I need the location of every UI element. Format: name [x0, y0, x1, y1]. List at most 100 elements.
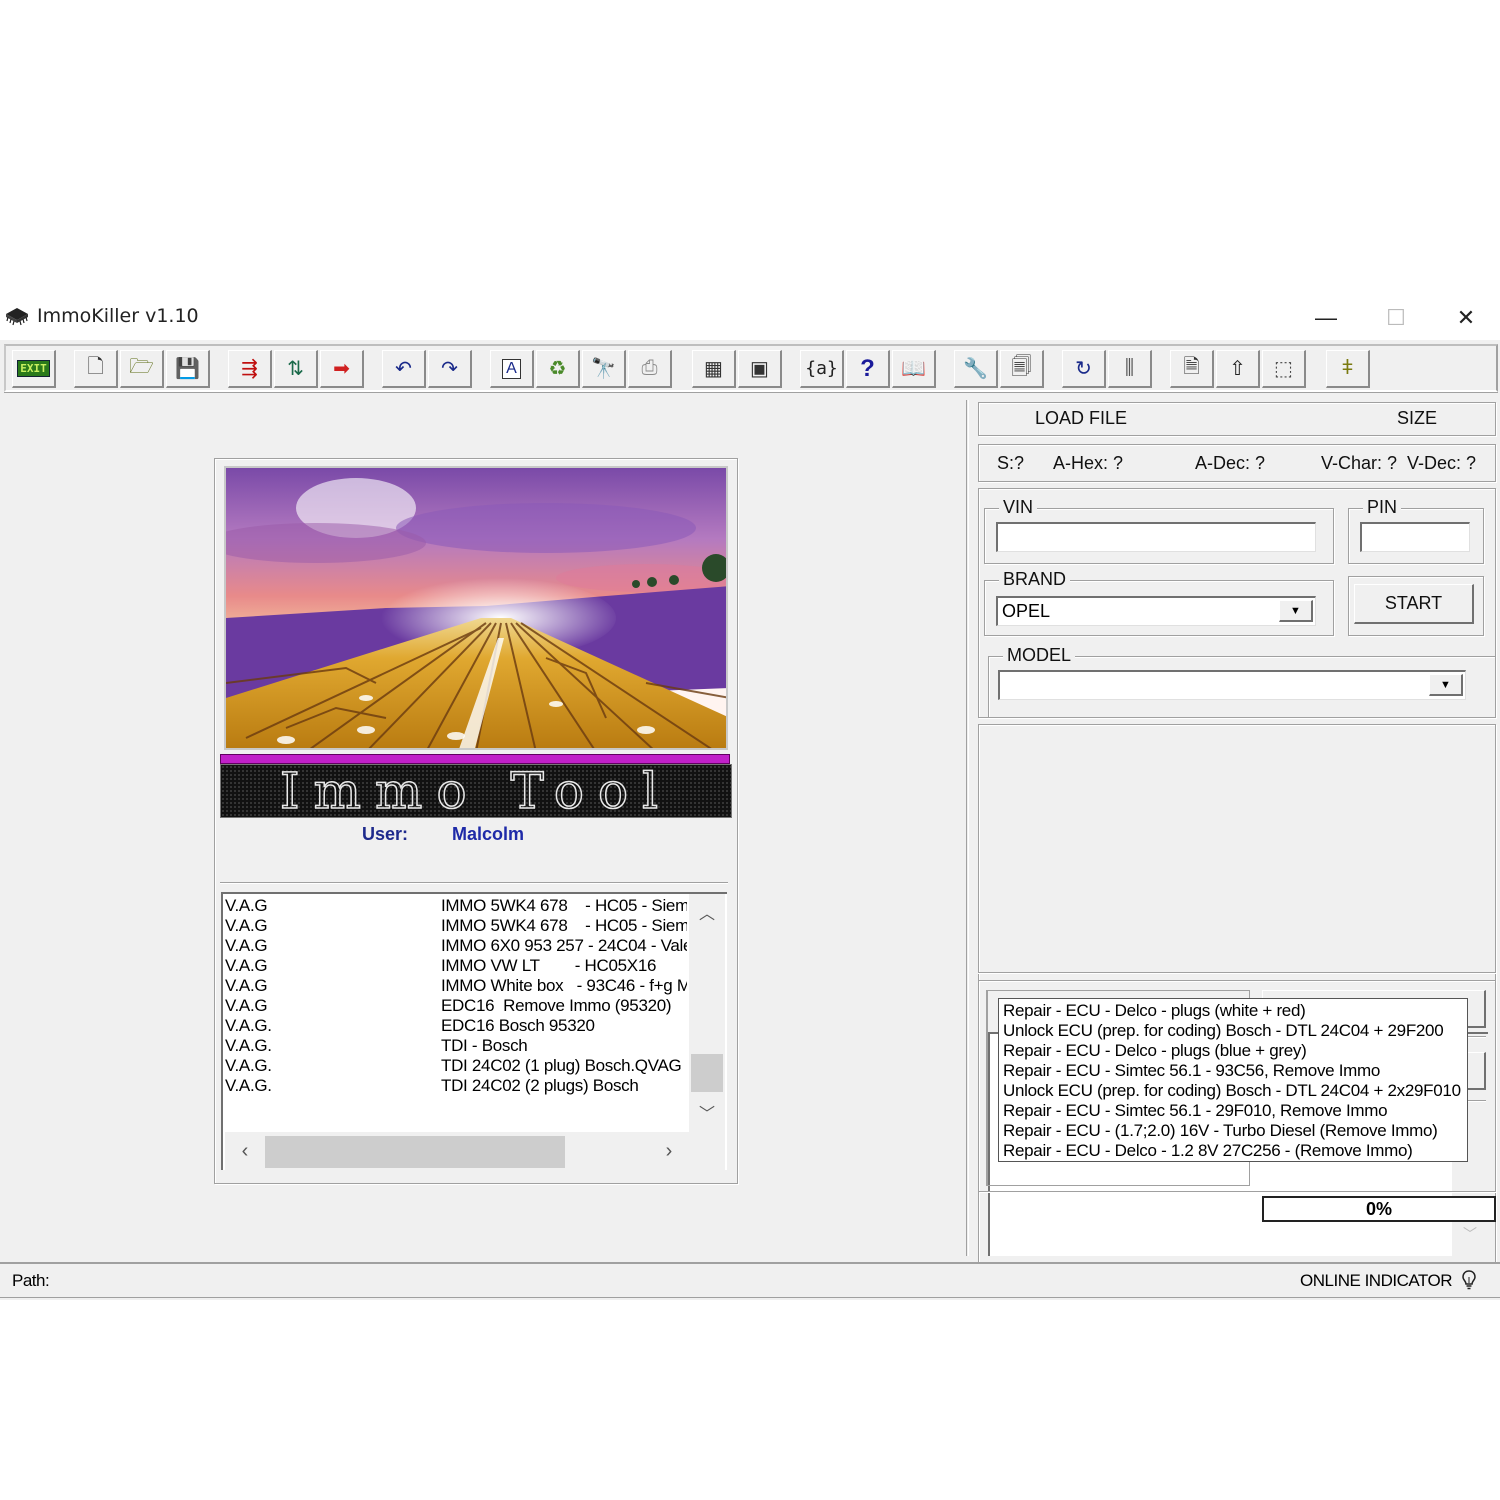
user-label: User: — [362, 824, 409, 844]
braces-icon: {a} — [805, 358, 838, 379]
model-dropdown-list[interactable]: Repair - ECU - Delco - plugs (white + re… — [998, 998, 1468, 1162]
refresh-file-icon: ♻ — [548, 358, 567, 380]
save-icon: 💾 — [175, 358, 200, 380]
minimize-button[interactable]: — — [1296, 300, 1356, 336]
model-dropdown-button[interactable]: ▼ — [1429, 674, 1463, 696]
toolbar-print-button[interactable]: ⎙ — [628, 350, 672, 388]
vin-input[interactable] — [996, 522, 1316, 552]
close-icon: ✕ — [1456, 305, 1476, 330]
toolbar-swap-button[interactable]: ⇅ — [274, 350, 318, 388]
user-name: Malcolm — [452, 824, 525, 844]
a-hex-value: A-Hex: ? — [1053, 453, 1124, 473]
ecu-listbox[interactable]: V.A.G IMMO 5WK4 678 - HC05 - Siemens V.A.G… — [221, 892, 727, 1470]
list-item-description: IMMO 6X0 953 257 - 24C04 - Valeo — [441, 936, 687, 955]
v-char-value: V-Char: ? — [1321, 453, 1398, 473]
toolbar-undo-button[interactable]: ↶ — [382, 350, 426, 388]
circuit-road-sunset-image — [226, 468, 726, 748]
exit-icon: EXIT — [17, 360, 50, 377]
wrench-icon: 🔧 — [963, 358, 988, 380]
splash-image — [224, 466, 728, 750]
toolbar-refresh-file-button[interactable]: ♻ — [536, 350, 580, 388]
vertical-scroll-thumb[interactable] — [691, 1054, 723, 1092]
scroll-left-icon[interactable]: ‹ — [227, 1132, 263, 1170]
toolbar-manual-button[interactable]: 📖 — [892, 350, 936, 388]
toolbar: EXIT 🗋 🗁 💾 ⇶ ⇅ ➡ ↶ ↷ A ♻ 🔭 ⎙ ▦ ▣ {a}? 📖 🔧 🗐 ↻ ⫼ 🗎 ⇧ ⬚ ǂ — [4, 344, 1498, 392]
vertical-scrollbar[interactable]: ︿ ﹀ — [689, 894, 725, 1132]
start-button[interactable]: START — [1354, 584, 1474, 624]
toolbar-variables-button[interactable]: {a} — [800, 350, 844, 388]
led-display: Immo Tool — [220, 764, 732, 818]
reload-icon: ↻ — [1075, 358, 1092, 380]
toolbar-tools-button[interactable]: 🔧 — [954, 350, 998, 388]
maximize-icon: ☐ — [1386, 305, 1406, 330]
load-file-label: LOAD FILE — [1035, 408, 1128, 428]
model-option[interactable]: Unlock ECU (prep. for coding) Bosch - DT… — [1003, 1021, 1444, 1041]
goto-address-icon: A — [502, 358, 521, 379]
model-option[interactable]: Repair - ECU - Simtec 56.1 - 29F010, Rem… — [1003, 1101, 1388, 1121]
toolbar-goto-button[interactable]: A — [490, 350, 534, 388]
led-text: Immo Tool — [279, 764, 673, 818]
panel-splitter[interactable] — [966, 400, 969, 1256]
list-item-description: IMMO 5WK4 678 - HC05 - Siemens — [441, 896, 687, 915]
list-item-brand: V.A.G — [225, 896, 268, 915]
v-dec-value: V-Dec: ? — [1407, 453, 1477, 473]
selection-icon: ⬚ — [1274, 358, 1293, 380]
model-option[interactable]: Repair - ECU - Simtec 56.1 - 93C56, Remo… — [1003, 1061, 1380, 1081]
toolbar-open-button[interactable]: 🗁 — [120, 350, 164, 388]
list-item-description: IMMO 5WK4 678 - HC05 - Siemens — [441, 916, 687, 935]
chip-pins-icon: ⫼ — [1124, 357, 1135, 379]
toolbar-import-button[interactable]: ⇶ — [228, 350, 272, 388]
calculator-icon: ▦ — [704, 358, 723, 380]
toolbar-find-button[interactable]: 🔭 — [582, 350, 626, 388]
scroll-right-icon[interactable]: › — [651, 1132, 687, 1170]
vin-label: VIN — [999, 497, 1038, 518]
export-icon: ➡ — [333, 358, 350, 380]
maximize-button[interactable]: ☐ — [1366, 300, 1426, 336]
load-file-bar[interactable]: LOAD FILE SIZE — [978, 402, 1496, 436]
model-option[interactable]: Repair - ECU - Delco - 1.2 8V 27C256 - (… — [1003, 1141, 1413, 1161]
horizontal-scroll-thumb[interactable] — [265, 1136, 565, 1168]
list-item-brand: V.A.G. — [225, 1056, 272, 1075]
toolbar-select-button[interactable]: ⬚ — [1262, 350, 1306, 388]
toolbar-export-button[interactable]: ➡ — [320, 350, 364, 388]
toolbar-save-button[interactable]: 💾 — [166, 350, 210, 388]
toolbar-chip-button[interactable]: ⫼ — [1108, 350, 1152, 388]
horizontal-scrollbar[interactable]: ‹ › — [225, 1132, 725, 1170]
toolbar-exit-button[interactable]: EXIT — [12, 350, 56, 388]
save-all-icon: 🗐 — [1011, 355, 1032, 378]
start-button-label: START — [1384, 593, 1443, 613]
online-indicator-label: ONLINE INDICATOR — [1300, 1271, 1452, 1290]
toolbar-frame-button[interactable]: ▣ — [738, 350, 782, 388]
close-button[interactable]: ✕ — [1436, 300, 1496, 336]
brand-dropdown-button[interactable]: ▼ — [1279, 600, 1313, 622]
list-item-brand: V.A.G. — [225, 1036, 272, 1055]
toolbar-new-button[interactable]: 🗋 — [74, 350, 118, 388]
model-option[interactable]: Unlock ECU (prep. for coding) Bosch - DT… — [1003, 1081, 1461, 1101]
toolbar-help-button[interactable]: ? — [846, 350, 890, 388]
pin-input[interactable] — [1360, 522, 1470, 552]
model-label: MODEL — [1003, 645, 1076, 666]
model-option[interactable]: Repair - ECU - Delco - plugs (white + re… — [1003, 1001, 1306, 1021]
brand-select[interactable]: OPEL ▼ — [996, 596, 1316, 626]
undo-icon: ↶ — [395, 358, 412, 380]
list-item-brand: V.A.G. — [225, 1076, 272, 1095]
scroll-up-icon[interactable]: ︿ — [689, 898, 725, 926]
led-top-bar — [220, 754, 730, 764]
toolbar-info-button[interactable]: ǂ — [1326, 350, 1370, 388]
toolbar-new-doc-button[interactable]: 🗎 — [1170, 350, 1214, 388]
open-folder-icon: 🗁 — [129, 355, 154, 378]
scroll-down-icon[interactable]: ﹀ — [1452, 1220, 1488, 1248]
new-file-icon: 🗋 — [87, 355, 104, 378]
toolbar-calculator-button[interactable]: ▦ — [692, 350, 736, 388]
toolbar-save-all-button[interactable]: 🗐 — [1000, 350, 1044, 388]
model-option[interactable]: Repair - ECU - Delco - plugs (blue + gre… — [1003, 1041, 1307, 1061]
import-icon: ⇶ — [241, 358, 258, 380]
toolbar-redo-button[interactable]: ↷ — [428, 350, 472, 388]
scroll-down-icon[interactable]: ﹀ — [689, 1098, 725, 1126]
toolbar-upload-button[interactable]: ⇧ — [1216, 350, 1260, 388]
brand-label: BRAND — [999, 569, 1071, 590]
toolbar-reload-button[interactable]: ↻ — [1062, 350, 1106, 388]
model-select[interactable]: ▼ — [998, 670, 1466, 700]
brand-value: OPEL — [1002, 601, 1051, 621]
model-option[interactable]: Repair - ECU - (1.7;2.0) 16V - Turbo Die… — [1003, 1121, 1438, 1141]
